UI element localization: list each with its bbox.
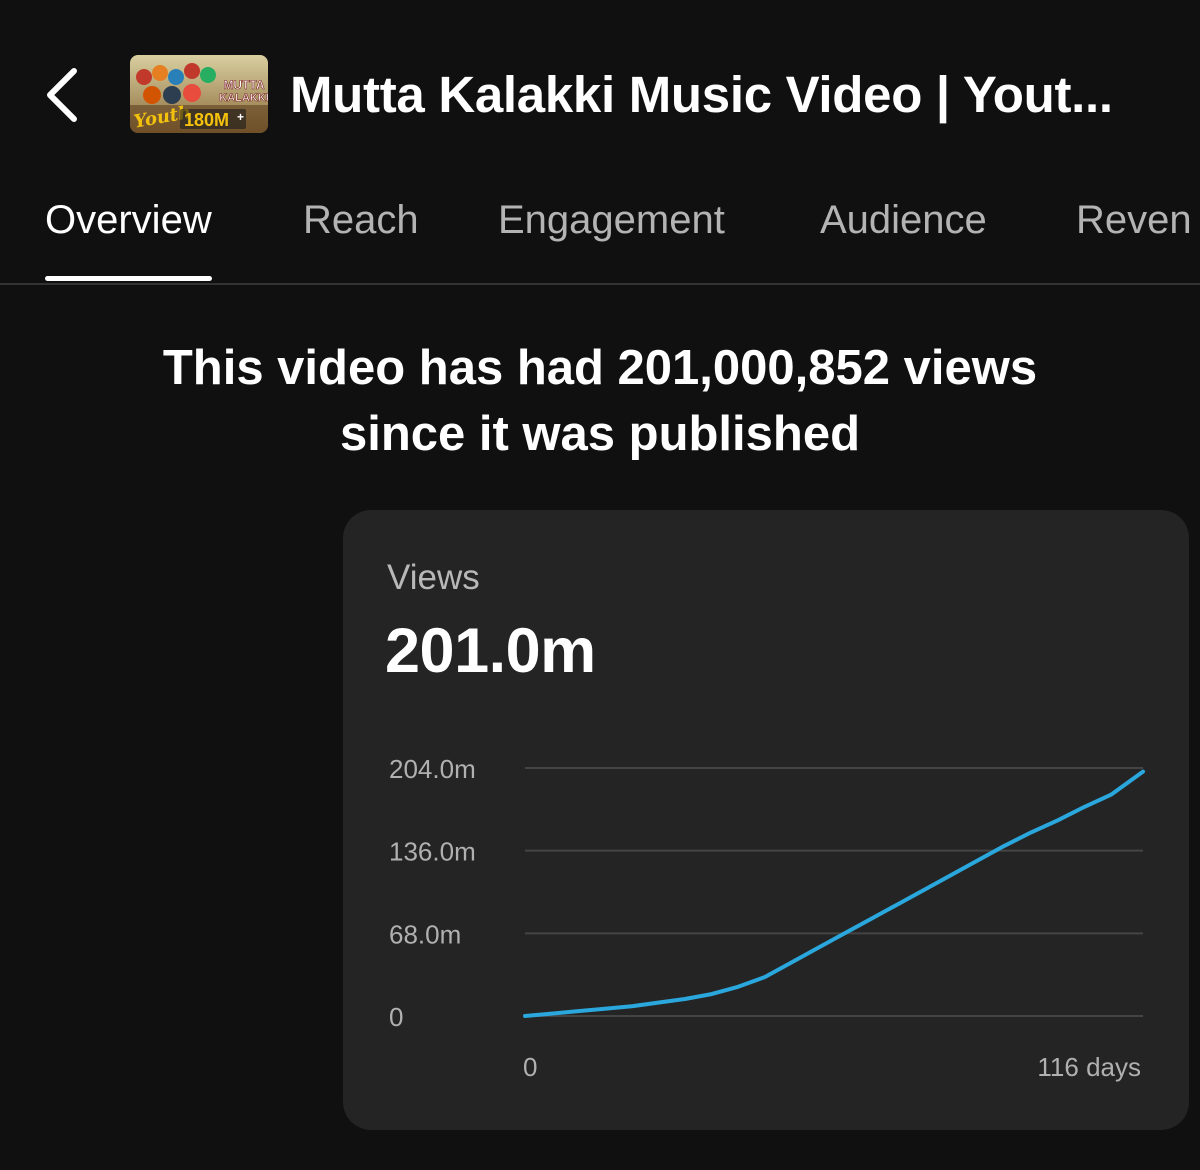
tab-revenue[interactable]: Reven — [1076, 190, 1192, 283]
thumbnail-badge: 180M — [184, 110, 229, 130]
top-bar: MUTTA KALAKKI Youth 180M + Mutta Kalakki… — [0, 0, 1200, 180]
views-series-line — [523, 769, 1145, 1018]
headline-line-1: This video has had 201,000,852 views — [162, 341, 1038, 395]
y-tick-label: 68.0m — [389, 919, 461, 949]
video-title: Mutta Kalakki Music Video | Yout... — [290, 66, 1113, 123]
thumbnail-title-line2: KALAKKI — [219, 92, 268, 104]
video-thumbnail[interactable]: MUTTA KALAKKI Youth 180M + — [130, 55, 268, 133]
headline-line-2: since it was published — [339, 407, 861, 461]
thumbnail-title-line1: MUTTA — [223, 78, 264, 92]
thumbnail-badge-plus: + — [237, 110, 244, 124]
y-tick-label: 136.0m — [389, 837, 476, 867]
tab-engagement[interactable]: Engagement — [498, 190, 725, 283]
chevron-left-icon — [47, 68, 77, 122]
analytics-screen: MUTTA KALAKKI Youth 180M + Mutta Kalakki… — [0, 0, 1200, 1170]
y-tick-label: 0 — [389, 1002, 403, 1032]
views-line-chart: 0 68.0m 136.0m 204.0m 0 116 days — [389, 754, 1145, 1082]
views-card[interactable]: Views 201.0m 0 68.0m 136.0m 204.0m 0 116 days — [343, 510, 1189, 1130]
tab-audience[interactable]: Audience — [820, 190, 987, 283]
tab-reach[interactable]: Reach — [303, 190, 419, 283]
x-tick-label-end: 116 days — [1037, 1052, 1141, 1082]
tab-bar: Overview Reach Engagement Audience Reven — [0, 190, 1200, 285]
back-button[interactable] — [30, 60, 94, 130]
views-summary-headline: This video has had 201,000,852 views sin… — [0, 335, 1200, 467]
x-tick-label-start: 0 — [523, 1052, 537, 1082]
thumbnail-artwork: MUTTA KALAKKI Youth 180M + — [130, 55, 268, 133]
tab-overview[interactable]: Overview — [45, 190, 212, 283]
y-tick-label: 204.0m — [389, 754, 476, 784]
